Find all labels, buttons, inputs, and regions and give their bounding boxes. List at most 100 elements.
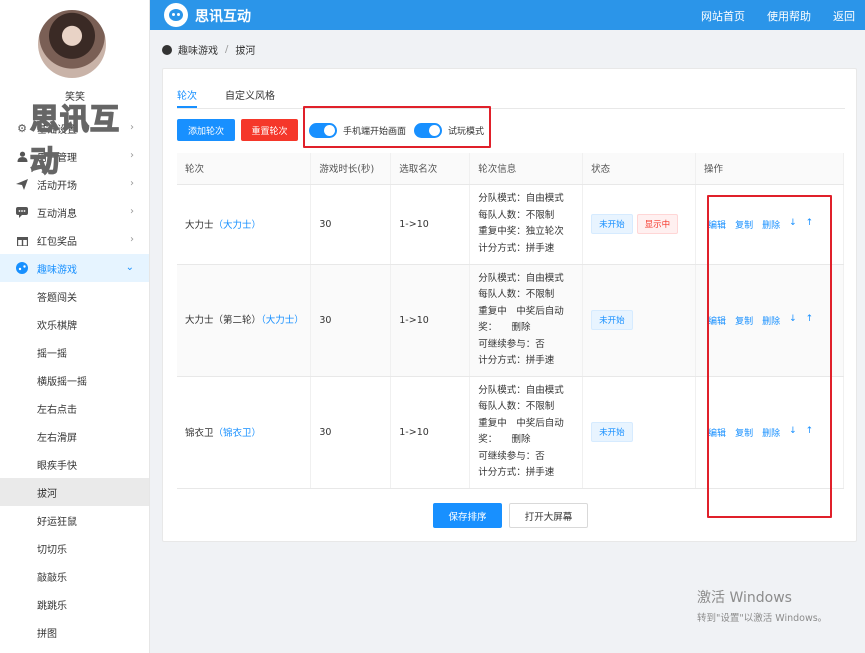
watermark-line: 激活 Windows	[697, 590, 792, 606]
delete-link[interactable]: 删除	[762, 314, 780, 327]
status-cell: 未开始 显示中	[582, 184, 697, 265]
table-row: 大力士（大力士） 30 1->10 分队模式：自由模式 每队人数：不限制 重复中…	[177, 184, 844, 265]
brand-watermark: 思讯互动	[29, 101, 121, 179]
trial-mode-toggle[interactable]	[414, 123, 442, 138]
rank-cell: 1->10	[390, 264, 471, 377]
game-icon	[16, 262, 28, 274]
sidebar-subitem[interactable]: 切切乐	[0, 534, 149, 562]
tab-bar: 轮次 自定义风格	[177, 87, 845, 109]
info-line: 可继续参与：否	[478, 338, 545, 350]
round-name-link[interactable]: （锦衣卫）	[214, 428, 262, 439]
move-up-icon[interactable]: ↑	[806, 314, 814, 327]
edit-link[interactable]: 编辑	[708, 218, 726, 231]
move-down-icon[interactable]: ↓	[789, 426, 797, 439]
sidebar-subitem[interactable]: 敲敲乐	[0, 562, 149, 590]
watermark-line: 转到"设置"以激活 Windows。	[697, 613, 828, 624]
copy-link[interactable]: 复制	[735, 314, 753, 327]
round-name-link[interactable]: （大力士）	[261, 315, 304, 326]
edit-link[interactable]: 编辑	[708, 314, 726, 327]
sidebar-subitem[interactable]: 左右滑屏	[0, 422, 149, 450]
sidebar-subitem[interactable]: 拼图	[0, 618, 149, 646]
send-icon	[16, 178, 28, 190]
sidebar-subitem[interactable]: 跳跳乐	[0, 590, 149, 618]
breadcrumb-current: 拔河	[235, 46, 256, 57]
column-header: 轮次	[177, 153, 312, 185]
sidebar-subitem[interactable]: 好运狂鼠	[0, 506, 149, 534]
tab-rounds[interactable]: 轮次	[177, 87, 197, 108]
round-info-cell: 分队模式：自由模式 每队人数：不限制 重复中 中奖后自动 奖： 删除 可继续参与…	[469, 376, 584, 489]
sidebar-item-interactive-message[interactable]: 互动消息 ›	[0, 198, 149, 226]
column-header: 选取名次	[390, 153, 471, 185]
info-line: 计分方式：拼手速	[478, 467, 555, 478]
breadcrumb-separator: /	[225, 44, 229, 55]
move-up-icon[interactable]: ↑	[806, 426, 814, 439]
move-down-icon[interactable]: ↓	[789, 314, 797, 327]
sidebar-item-label: 红包奖品	[37, 236, 77, 248]
sidebar-item-fun-games[interactable]: 趣味游戏 ⌄	[0, 254, 149, 282]
status-cell: 未开始	[582, 376, 697, 489]
copy-link[interactable]: 复制	[735, 426, 753, 439]
column-header: 轮次信息	[469, 153, 584, 185]
round-name-cell: 大力士（第二轮）（大力士）	[177, 264, 312, 377]
move-down-icon[interactable]: ↓	[789, 218, 797, 231]
tab-custom-style[interactable]: 自定义风格	[225, 87, 275, 108]
save-order-button[interactable]: 保存排序	[433, 503, 502, 528]
round-name-cell: 锦衣卫（锦衣卫）	[177, 376, 312, 489]
delete-link[interactable]: 删除	[762, 218, 780, 231]
sidebar-subitem[interactable]: 摇一摇	[0, 338, 149, 366]
sidebar-subitem[interactable]: 左右点击	[0, 394, 149, 422]
add-round-button[interactable]: 添加轮次	[177, 119, 235, 141]
copy-link[interactable]: 复制	[735, 218, 753, 231]
info-line: 可继续参与：否	[478, 450, 545, 462]
column-header: 状态	[582, 153, 697, 185]
table-header-row: 轮次 游戏时长(秒) 选取名次 轮次信息 状态 操作	[177, 153, 844, 185]
top-nav: 网站首页 使用帮助 返回	[701, 8, 855, 24]
brand-title: 思讯互动	[195, 9, 251, 25]
info-line: 分队模式：自由模式	[478, 384, 564, 396]
info-line: 每队人数：不限制	[478, 289, 555, 300]
ops-cell: 编辑 复制 删除 ↓ ↑	[695, 376, 844, 489]
info-line: 奖： 删除	[478, 434, 531, 445]
column-header: 游戏时长(秒)	[310, 153, 392, 185]
avatar[interactable]	[38, 10, 106, 78]
info-line: 分队模式：自由模式	[478, 272, 564, 284]
gear-icon: ⚙	[17, 121, 27, 135]
breadcrumb-item[interactable]: 趣味游戏	[178, 42, 218, 57]
sidebar-subitem[interactable]: 眼疾手快	[0, 450, 149, 478]
status-badge: 未开始	[591, 214, 633, 234]
info-line: 每队人数：不限制	[478, 401, 555, 412]
status-cell: 未开始	[582, 264, 697, 377]
round-name: 锦衣卫	[185, 428, 214, 439]
user-icon	[16, 150, 28, 162]
move-up-icon[interactable]: ↑	[806, 218, 814, 231]
info-line: 计分方式：拼手速	[478, 355, 555, 366]
reset-round-button[interactable]: 重置轮次	[241, 119, 298, 141]
open-big-screen-button[interactable]: 打开大屏幕	[509, 503, 588, 528]
nav-back-link[interactable]: 返回	[833, 8, 855, 24]
status-badge: 未开始	[591, 422, 633, 442]
info-line: 分队模式：自由模式	[478, 193, 564, 204]
rank-cell: 1->10	[390, 184, 471, 265]
sidebar-item-red-packet-prize[interactable]: 红包奖品 ›	[0, 226, 149, 254]
edit-link[interactable]: 编辑	[708, 426, 726, 439]
chevron-down-icon: ⌄	[125, 262, 134, 273]
round-name-link[interactable]: （大力士）	[214, 220, 262, 231]
breadcrumb: 趣味游戏 / 拔河	[162, 42, 255, 57]
toggle-label: 手机端开始画面	[343, 127, 407, 137]
nav-help-link[interactable]: 使用帮助	[767, 8, 811, 24]
duration-cell: 30	[310, 376, 392, 489]
logo-icon	[164, 3, 188, 27]
delete-link[interactable]: 删除	[762, 426, 780, 439]
sidebar-subitem[interactable]: 答题闯关	[0, 282, 149, 310]
chevron-right-icon: ›	[130, 206, 134, 217]
main-card: 轮次 自定义风格 添加轮次 重置轮次 手机端开始画面 试玩模式 轮次 游戏时长(…	[162, 68, 857, 542]
duration-cell: 30	[310, 264, 392, 377]
sidebar-subitem[interactable]: 欢乐棋牌	[0, 310, 149, 338]
nav-home-link[interactable]: 网站首页	[701, 8, 745, 24]
table-row: 锦衣卫（锦衣卫） 30 1->10 分队模式：自由模式 每队人数：不限制 重复中…	[177, 376, 844, 489]
message-icon	[16, 206, 28, 218]
ops-cell: 编辑 复制 删除 ↓ ↑	[695, 184, 844, 265]
sidebar-subitem-tug-of-war[interactable]: 拔河	[0, 478, 149, 506]
sidebar-subitem[interactable]: 横版摇一摇	[0, 366, 149, 394]
mobile-start-toggle[interactable]	[309, 123, 337, 138]
